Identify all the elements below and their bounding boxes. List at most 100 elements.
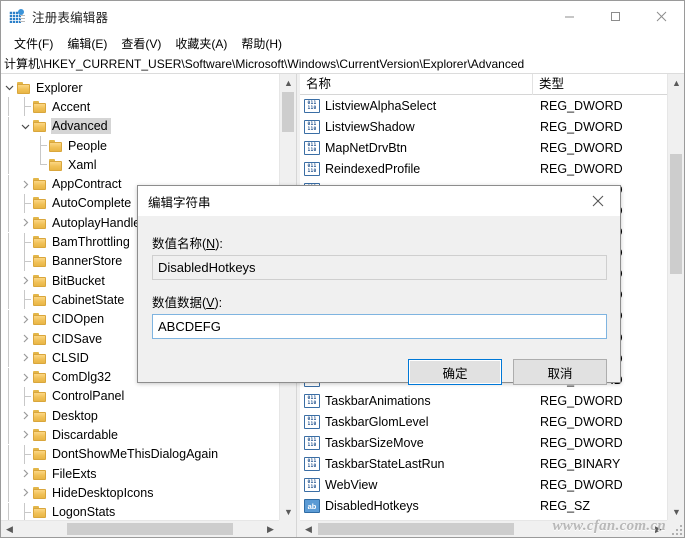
list-scroll-up-icon[interactable]: ▲	[668, 74, 684, 91]
tree-scroll-up-icon[interactable]: ▲	[280, 74, 296, 91]
tree-item[interactable]: DontShowMeThisDialogAgain	[1, 444, 279, 464]
value-row[interactable]: 011 110 ReindexedProfile REG_DWORD	[300, 158, 667, 179]
list-scroll-left-icon[interactable]: ◀	[300, 521, 317, 537]
value-name: MapNetDrvBtn	[325, 140, 407, 155]
value-name-input[interactable]: DisabledHotkeys	[152, 255, 607, 280]
value-row[interactable]: 011 110 ListviewAlphaSelect REG_DWORD	[300, 95, 667, 116]
tree-item-label: CIDOpen	[52, 312, 105, 327]
tree-item-label: Desktop	[52, 408, 98, 423]
tree-item[interactable]: HideDesktopIcons	[1, 483, 279, 503]
tree-indent	[1, 174, 17, 194]
value-row[interactable]: 011 110 TaskbarAnimations REG_DWORD	[300, 390, 667, 411]
menu-help[interactable]: 帮助(H)	[234, 33, 289, 54]
dword-value-icon: 011 110	[304, 119, 320, 134]
chevron-right-icon[interactable]	[17, 310, 33, 329]
chevron-right-icon[interactable]	[17, 213, 33, 232]
folder-icon	[33, 236, 46, 249]
close-button[interactable]	[638, 1, 684, 32]
value-row[interactable]: ab DisabledHotkeys REG_SZ	[300, 496, 667, 517]
list-hscroll-thumb[interactable]	[318, 523, 514, 535]
resize-grip[interactable]	[670, 523, 682, 535]
dialog-close-button[interactable]	[576, 186, 620, 216]
value-row[interactable]: 011 110 TaskbarSizeMove REG_DWORD	[300, 433, 667, 454]
tree-scroll-down-icon[interactable]: ▼	[280, 503, 296, 520]
maximize-button[interactable]	[592, 1, 638, 32]
chevron-right-icon[interactable]	[17, 483, 33, 502]
folder-icon	[17, 81, 30, 94]
value-row[interactable]: 011 110 TaskbarStateLastRun REG_BINARY	[300, 454, 667, 475]
tree-item[interactable]: Advanced	[1, 116, 279, 136]
tree-indent	[1, 155, 17, 175]
tree-indent	[1, 406, 17, 426]
list-scroll-down-icon[interactable]: ▼	[668, 503, 684, 520]
chevron-right-icon[interactable]	[17, 464, 33, 483]
chevron-right-icon[interactable]	[17, 329, 33, 348]
chevron-right-icon[interactable]	[17, 271, 33, 290]
ok-button[interactable]: 确定	[408, 359, 502, 385]
folder-icon	[33, 255, 46, 268]
value-type: REG_DWORD	[540, 436, 623, 451]
tree-item[interactable]: FileExts	[1, 464, 279, 484]
registry-editor-window: 注册表编辑器 文件(F) 编辑(E) 查看(V) 收藏夹(A) 帮助(H) 计算…	[0, 0, 685, 538]
tree-indent	[1, 309, 17, 329]
chevron-right-icon[interactable]	[17, 425, 33, 444]
value-type: REG_BINARY	[540, 457, 621, 472]
value-row[interactable]: 011 110 ListviewShadow REG_DWORD	[300, 116, 667, 137]
list-vertical-scrollbar[interactable]: ▲ ▼	[667, 74, 684, 520]
dword-value-icon: 011 110	[304, 436, 320, 451]
value-row[interactable]: 011 110 MapNetDrvBtn REG_DWORD	[300, 137, 667, 158]
chevron-right-icon[interactable]	[17, 368, 33, 387]
value-name: TaskbarAnimations	[325, 393, 431, 408]
tree-scroll-thumb[interactable]	[282, 92, 294, 132]
tree-indent	[1, 425, 17, 445]
tree-guide	[17, 193, 33, 213]
tree-item-label: DontShowMeThisDialogAgain	[52, 447, 219, 462]
tree-item[interactable]: LogonStats	[1, 502, 279, 520]
tree-indent	[1, 251, 17, 271]
value-name-label: 数值名称(N):	[152, 233, 223, 252]
cancel-button[interactable]: 取消	[513, 359, 607, 385]
value-row[interactable]: 011 110 TaskbarGlomLevel REG_DWORD	[300, 411, 667, 432]
minimize-button[interactable]	[546, 1, 592, 32]
folder-icon	[33, 332, 46, 345]
tree-guide	[17, 232, 33, 252]
tree-item[interactable]: Discardable	[1, 425, 279, 445]
value-list-header: 名称 类型	[300, 74, 667, 95]
column-header-type[interactable]: 类型	[533, 74, 667, 95]
value-type: REG_DWORD	[540, 98, 623, 113]
tree-item[interactable]: ControlPanel	[1, 386, 279, 406]
value-data-label-post: ):	[214, 296, 223, 310]
tree-guide	[17, 251, 33, 271]
list-horizontal-scrollbar[interactable]: ◀ ▶	[300, 520, 667, 537]
chevron-right-icon[interactable]	[17, 175, 33, 194]
tree-guide	[33, 155, 49, 174]
menu-edit[interactable]: 编辑(E)	[60, 33, 114, 54]
column-header-name[interactable]: 名称	[300, 74, 533, 95]
value-name: DisabledHotkeys	[325, 499, 419, 514]
chevron-right-icon[interactable]	[17, 348, 33, 367]
tree-item[interactable]: People	[1, 136, 279, 156]
tree-item[interactable]: Explorer	[1, 78, 279, 97]
chevron-down-icon[interactable]	[1, 78, 17, 97]
tree-scroll-right-icon[interactable]: ▶	[262, 521, 279, 537]
value-name-label-post: ):	[215, 237, 223, 251]
menu-file[interactable]: 文件(F)	[7, 33, 60, 54]
menu-view[interactable]: 查看(V)	[114, 33, 168, 54]
chevron-down-icon[interactable]	[17, 117, 33, 136]
folder-icon	[49, 158, 62, 171]
tree-item[interactable]: Desktop	[1, 406, 279, 426]
folder-icon	[33, 293, 46, 306]
list-scroll-right-icon[interactable]: ▶	[650, 521, 667, 537]
value-data-input[interactable]: ABCDEFG	[152, 314, 607, 339]
menu-favorites[interactable]: 收藏夹(A)	[168, 33, 234, 54]
tree-horizontal-scrollbar[interactable]: ◀ ▶	[1, 520, 279, 537]
tree-item[interactable]: Accent	[1, 97, 279, 117]
value-row[interactable]: 011 110 WebView REG_DWORD	[300, 475, 667, 496]
chevron-right-icon[interactable]	[17, 406, 33, 425]
list-scroll-thumb[interactable]	[670, 154, 682, 274]
address-bar[interactable]: 计算机\HKEY_CURRENT_USER\Software\Microsoft…	[1, 54, 684, 74]
tree-scroll-left-icon[interactable]: ◀	[1, 521, 18, 537]
tree-item-label: Xaml	[68, 157, 97, 172]
tree-item[interactable]: Xaml	[1, 155, 279, 175]
tree-hscroll-thumb[interactable]	[67, 523, 233, 535]
